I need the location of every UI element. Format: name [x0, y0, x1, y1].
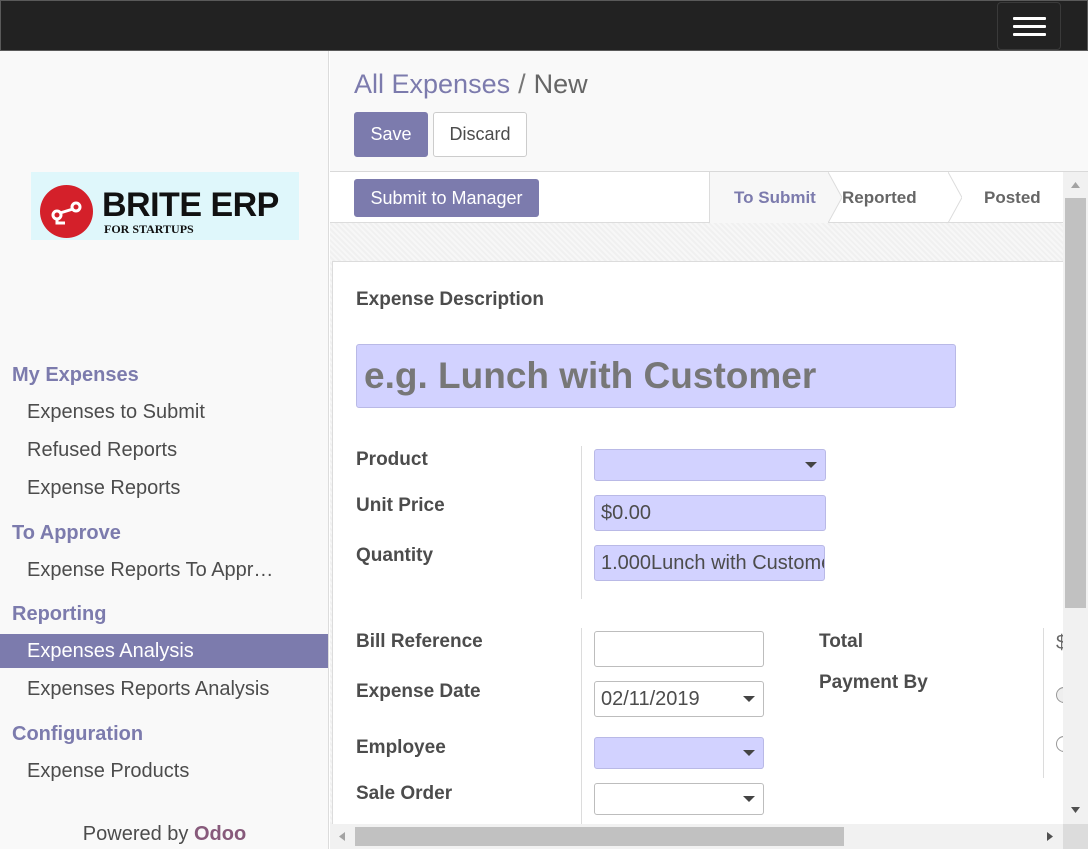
menu-section-reporting[interactable]: Reporting: [12, 603, 106, 626]
status-stages: To Submit Reported Posted: [709, 172, 1063, 223]
menu-item-expenses-analysis[interactable]: Expenses Analysis: [0, 634, 328, 668]
logo-subtitle: FOR STARTUPS: [104, 222, 194, 236]
unit-price-label: Unit Price: [356, 495, 445, 516]
payment-by-radio-2[interactable]: [1056, 736, 1063, 752]
sale-order-select[interactable]: [594, 783, 764, 815]
vertical-scroll-thumb[interactable]: [1065, 198, 1086, 608]
total-value: $: [1056, 632, 1063, 654]
quantity-label: Quantity: [356, 545, 434, 566]
form-content: Submit to Manager To Submit Reported Pos…: [330, 172, 1063, 824]
status-bar: Submit to Manager To Submit Reported Pos…: [330, 172, 1063, 223]
field-divider: [581, 446, 582, 599]
save-button[interactable]: Save: [354, 112, 428, 157]
stage-reported[interactable]: Reported: [842, 172, 948, 223]
scroll-down-icon[interactable]: [1070, 806, 1081, 814]
menu-item-expense-reports-to-approve[interactable]: Expense Reports To Appr…: [0, 553, 328, 587]
bill-reference-input[interactable]: [594, 631, 764, 667]
payment-by-label: Payment By: [819, 672, 928, 693]
scroll-up-icon[interactable]: [1070, 181, 1081, 189]
breadcrumb-separator: /: [518, 69, 526, 99]
hamburger-icon-bar: [1013, 33, 1046, 36]
stage-arrow-icon: [828, 172, 842, 223]
product-label: Product: [356, 449, 428, 470]
field-divider: [581, 628, 582, 824]
menu-item-refused-reports[interactable]: Refused Reports: [0, 433, 328, 467]
form-sheet: Expense Description e.g. Lunch with Cust…: [332, 261, 1063, 824]
stage-arrow-icon: [948, 172, 962, 223]
expense-date-value: 02/11/2019: [601, 688, 700, 710]
scroll-left-icon[interactable]: [338, 831, 346, 842]
scroll-right-icon[interactable]: [1046, 831, 1054, 842]
expense-description-input[interactable]: e.g. Lunch with Customer: [356, 344, 956, 408]
hamburger-icon-bar: [1013, 25, 1046, 28]
menu-toggle-button[interactable]: [997, 2, 1061, 50]
chevron-down-icon: [743, 696, 755, 702]
horizontal-scrollbar[interactable]: [330, 824, 1063, 849]
control-panel: All Expenses / New Save Discard: [330, 51, 1088, 172]
payment-by-radio-1[interactable]: [1056, 687, 1063, 703]
sale-order-label: Sale Order: [356, 783, 453, 804]
menu-item-expenses-reports-analysis[interactable]: Expenses Reports Analysis: [0, 672, 328, 706]
logo-icon: [40, 185, 93, 238]
company-logo: BRITE ERP FOR STARTUPS: [31, 172, 299, 240]
expense-date-label: Expense Date: [356, 681, 481, 702]
logo-title: BRITE ERP: [102, 186, 279, 224]
menu-section-configuration[interactable]: Configuration: [12, 723, 143, 746]
stage-posted[interactable]: Posted: [984, 172, 1063, 223]
powered-by: Powered by Odoo: [0, 823, 329, 846]
menu-section-my-expenses[interactable]: My Expenses: [12, 364, 139, 387]
horizontal-scroll-thumb[interactable]: [355, 827, 844, 846]
odoo-link[interactable]: Odoo: [194, 823, 246, 845]
chevron-down-icon: [743, 750, 755, 756]
chevron-down-icon: [805, 462, 817, 468]
breadcrumb-current: New: [533, 69, 588, 99]
unit-price-input[interactable]: $0.00: [594, 495, 826, 531]
vertical-scrollbar[interactable]: [1063, 172, 1088, 824]
menu-section-to-approve[interactable]: To Approve: [12, 522, 121, 545]
discard-button[interactable]: Discard: [433, 112, 527, 157]
menu-item-expenses-to-submit[interactable]: Expenses to Submit: [0, 395, 328, 429]
powered-by-text: Powered by: [82, 823, 189, 845]
hamburger-icon-bar: [1013, 17, 1046, 20]
chevron-down-icon: [743, 796, 755, 802]
stage-to-submit[interactable]: To Submit: [710, 172, 828, 223]
menu-item-expense-products[interactable]: Expense Products: [0, 754, 328, 788]
expense-description-label: Expense Description: [356, 289, 544, 310]
scrollbar-corner: [1063, 824, 1088, 849]
bill-reference-label: Bill Reference: [356, 631, 483, 652]
quantity-input[interactable]: 1.000Lunch with Custome: [594, 545, 825, 581]
employee-select[interactable]: [594, 737, 764, 769]
submit-to-manager-button[interactable]: Submit to Manager: [354, 179, 539, 217]
employee-label: Employee: [356, 737, 446, 758]
product-select[interactable]: [594, 449, 826, 481]
breadcrumb: All Expenses / New: [354, 69, 588, 100]
breadcrumb-all-expenses[interactable]: All Expenses: [354, 69, 510, 99]
field-divider: [1043, 628, 1044, 778]
menu-item-expense-reports[interactable]: Expense Reports: [0, 471, 328, 505]
top-navbar: [0, 0, 1088, 51]
total-label: Total: [819, 631, 863, 652]
sidebar: BRITE ERP FOR STARTUPS My Expenses Expen…: [0, 51, 329, 849]
expense-date-input[interactable]: 02/11/2019: [594, 681, 764, 717]
